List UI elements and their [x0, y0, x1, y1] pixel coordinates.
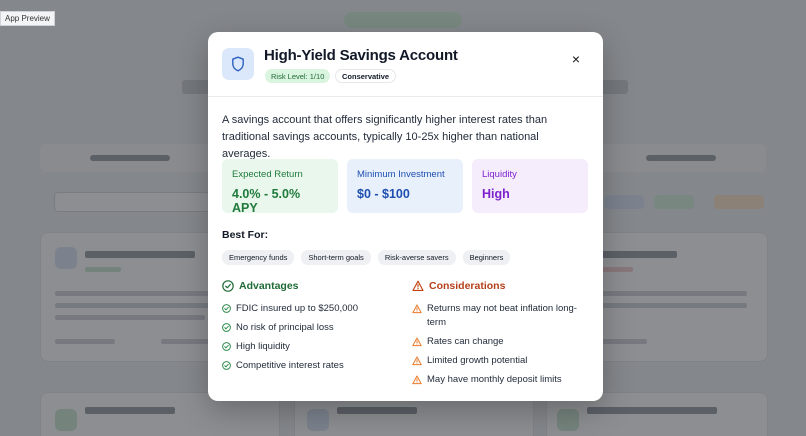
warning-triangle-icon	[412, 356, 422, 366]
warning-triangle-icon	[412, 337, 422, 347]
stat-value: $0 - $100	[357, 187, 410, 201]
best-for-tag: Short-term goals	[301, 250, 371, 265]
advantage-text: No risk of principal loss	[236, 322, 334, 333]
considerations-heading: Considerations	[412, 278, 592, 294]
advantage-text: Competitive interest rates	[236, 360, 344, 371]
modal-header: High-Yield Savings Account Risk Level: 1…	[208, 32, 603, 97]
advantages-section: Advantages FDIC insured up to $250,000 N…	[222, 278, 397, 378]
check-circle-icon	[222, 342, 231, 351]
stat-expected-return: Expected Return 4.0% - 5.0% APY	[222, 159, 338, 215]
advantage-text: FDIC insured up to $250,000	[236, 303, 358, 314]
advantage-item: FDIC insured up to $250,000	[222, 302, 397, 316]
stat-label: Minimum Investment	[357, 169, 445, 180]
category-badge: Conservative	[335, 69, 397, 83]
consideration-text: May have monthly deposit limits	[427, 374, 562, 385]
consideration-item: Rates can change	[412, 335, 592, 349]
advantage-item: Competitive interest rates	[222, 359, 397, 373]
consideration-item: Limited growth potential	[412, 354, 592, 368]
stat-label: Liquidity	[482, 169, 517, 180]
best-for-tag: Beginners	[462, 250, 511, 265]
advantage-text: High liquidity	[236, 341, 290, 352]
warning-triangle-icon	[412, 280, 424, 291]
shield-icon	[222, 48, 254, 80]
advantages-title: Advantages	[239, 280, 299, 292]
close-button[interactable]: ×	[566, 49, 586, 69]
modal-description: A savings account that offers significan…	[222, 114, 548, 160]
consideration-text: Limited growth potential	[427, 355, 528, 366]
best-for-heading: Best For:	[222, 229, 269, 241]
consideration-text: Returns may not beat inflation long-term	[427, 303, 577, 328]
check-circle-icon	[222, 361, 231, 370]
close-icon: ×	[571, 51, 581, 67]
consideration-item: Returns may not beat inflation long-term	[412, 302, 592, 330]
modal-title: High-Yield Savings Account	[264, 47, 458, 64]
consideration-text: Rates can change	[427, 336, 504, 347]
advantage-item: High liquidity	[222, 340, 397, 354]
app-preview-label: App Preview	[0, 11, 55, 26]
risk-level-badge: Risk Level: 1/10	[265, 69, 331, 83]
best-for-tags: Emergency funds Short-term goals Risk-av…	[222, 250, 511, 265]
considerations-section: Considerations Returns may not beat infl…	[412, 278, 592, 392]
advantages-heading: Advantages	[222, 278, 397, 294]
stat-minimum-investment: Minimum Investment $0 - $100	[347, 159, 463, 213]
advantage-item: No risk of principal loss	[222, 321, 397, 335]
check-circle-icon	[222, 304, 231, 313]
consideration-item: May have monthly deposit limits	[412, 373, 592, 387]
investment-detail-modal: High-Yield Savings Account Risk Level: 1…	[208, 32, 603, 401]
stat-liquidity: Liquidity High	[472, 159, 588, 213]
best-for-tag: Risk-averse savers	[377, 250, 456, 265]
stat-label: Expected Return	[232, 169, 303, 180]
warning-triangle-icon	[412, 375, 422, 385]
best-for-tag: Emergency funds	[222, 250, 295, 265]
stat-value: High	[482, 187, 510, 201]
stat-value: 4.0% - 5.0% APY	[232, 187, 301, 215]
check-circle-icon	[222, 323, 231, 332]
considerations-title: Considerations	[429, 280, 506, 292]
warning-triangle-icon	[412, 304, 422, 314]
check-circle-icon	[222, 280, 234, 292]
